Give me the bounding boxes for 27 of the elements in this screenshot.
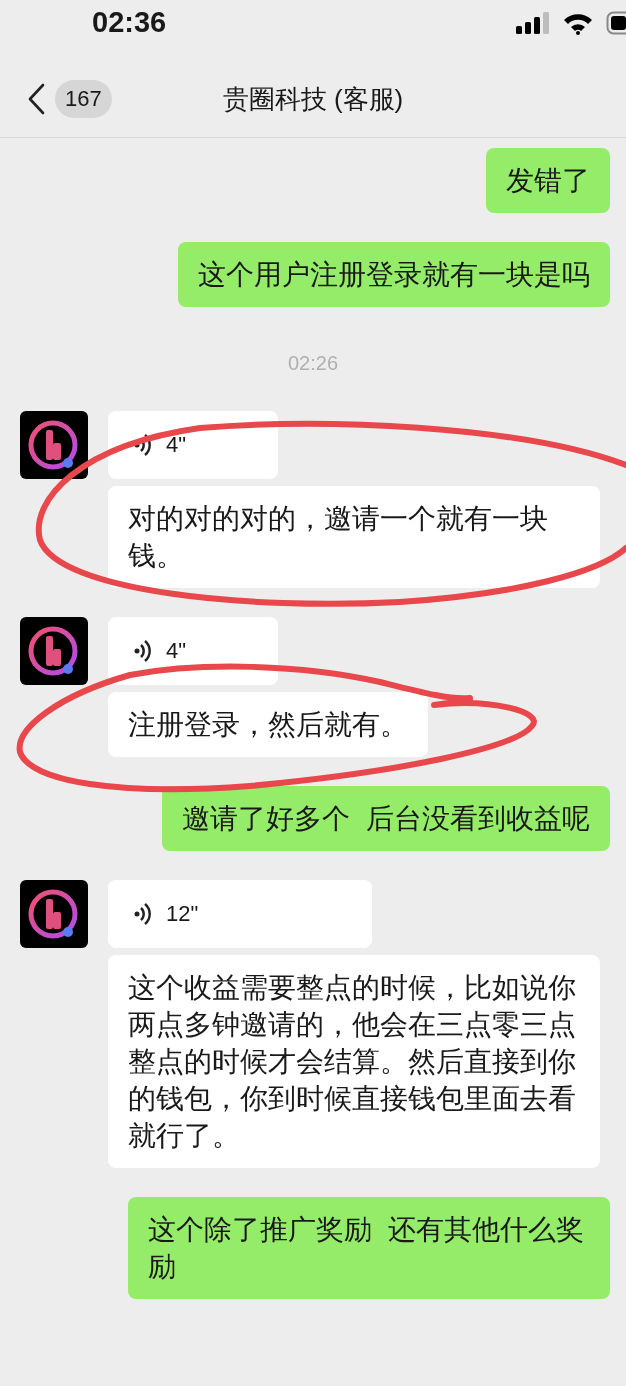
wifi-icon (562, 11, 594, 35)
voice-message[interactable]: 4" (108, 617, 278, 685)
voice-transcript: 注册登录，然后就有。 (108, 692, 428, 757)
unread-count-badge[interactable]: 167 (55, 79, 112, 118)
message-bubble: 发错了 (486, 148, 610, 213)
avatar[interactable] (20, 411, 88, 479)
avatar[interactable] (20, 617, 88, 685)
chat-title: 贵圈科技 (客服) (222, 82, 404, 116)
signal-icon (516, 12, 550, 34)
message-bubble: 这个用户注册登录就有一块是吗 (178, 242, 610, 307)
back-icon[interactable] (27, 82, 45, 115)
voice-message[interactable]: 12" (108, 880, 372, 948)
voice-duration: 12" (166, 900, 199, 928)
timestamp: 02:26 (287, 352, 339, 374)
voice-icon (134, 433, 152, 457)
voice-transcript: 对的对的对的，邀请一个就有一块钱。 (108, 486, 600, 588)
message-bubble: 这个除了推广奖励 还有其他什么奖励 (128, 1197, 610, 1299)
battery-icon (606, 11, 626, 35)
message-bubble: 邀请了好多个 后台没看到收益呢 (162, 786, 610, 851)
status-time: 02:36 (92, 5, 167, 40)
voice-transcript: 这个收益需要整点的时候，比如说你两点多钟邀请的，他会在三点零三点整点的时候才会结算。然后直接到你的钱包，你到时候直接钱包里面去看就行了。 (108, 955, 600, 1168)
voice-message[interactable]: 4" (108, 411, 278, 479)
voice-icon (134, 639, 152, 663)
voice-duration: 4" (166, 431, 187, 459)
voice-duration: 4" (166, 637, 187, 665)
voice-icon (134, 902, 152, 926)
avatar[interactable] (20, 880, 88, 948)
